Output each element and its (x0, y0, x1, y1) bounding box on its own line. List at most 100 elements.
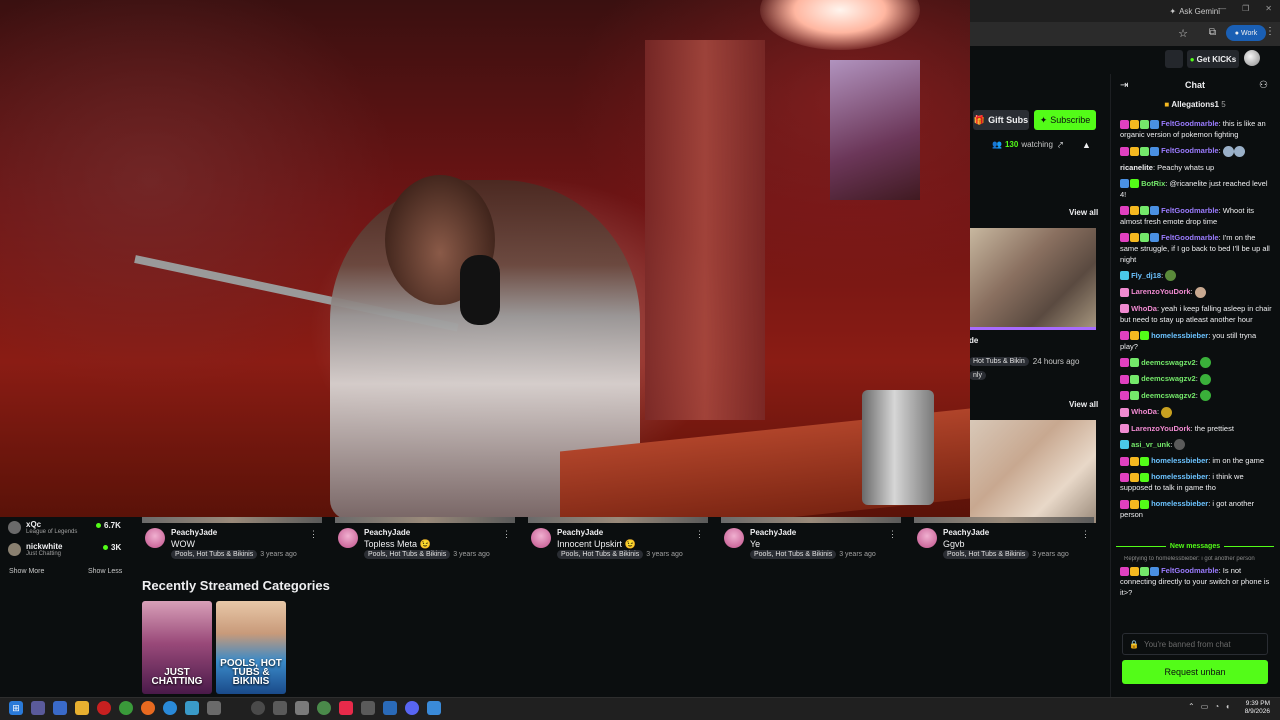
chevron-up-icon[interactable]: ⌃ (1188, 702, 1195, 711)
video-thumbnail[interactable] (721, 517, 901, 523)
view-all-link[interactable]: View all (1069, 208, 1098, 217)
wifi-icon[interactable]: ◔ (1214, 702, 1219, 711)
chat-username[interactable]: FeltGoodmarble (1161, 119, 1219, 128)
video-title[interactable]: Topless Meta 😉 (364, 539, 431, 550)
app-icon[interactable] (427, 701, 441, 715)
chat-username[interactable]: Fly_dj18 (1131, 271, 1161, 280)
video-channel[interactable]: PeachyJade (557, 528, 603, 537)
video-thumbnail[interactable] (528, 517, 708, 523)
opera-icon[interactable] (97, 701, 111, 715)
channel-avatar[interactable] (145, 528, 165, 548)
video-thumbnail[interactable] (914, 517, 1094, 523)
category-tag[interactable]: Pools, Hot Tubs & Bikinis (557, 550, 644, 559)
chat-username[interactable]: deemcswagzv2 (1141, 358, 1196, 367)
video-card[interactable]: PeachyJade Ggvb Pools, Hot Tubs & Bikini… (914, 528, 1094, 564)
request-unban-button[interactable]: Request unban (1122, 660, 1268, 684)
tiktok-icon[interactable] (339, 701, 353, 715)
ask-gemini-button[interactable]: ✦ Ask Gemini (1169, 4, 1220, 18)
sidebar-channel-xqc[interactable]: xQc League of Legends (8, 520, 77, 535)
content-tag[interactable]: nly (969, 371, 986, 380)
chat-username[interactable]: BotRix (1141, 179, 1165, 188)
related-video-thumbnail[interactable] (969, 420, 1096, 523)
chat-username[interactable]: ricanelite (1120, 163, 1153, 172)
chat-username[interactable]: homelessbieber (1151, 331, 1208, 340)
more-options-icon[interactable]: ⋮ (1081, 529, 1090, 540)
reply-context[interactable]: Replying to homelessbieber: i got anothe… (1124, 556, 1274, 562)
category-tag[interactable]: Pools, Hot Tubs & Bikinis (750, 550, 837, 559)
new-messages-divider[interactable]: New messages (1116, 541, 1275, 551)
network-icon[interactable]: ▭ (1201, 702, 1209, 711)
app-icon[interactable] (251, 701, 265, 715)
related-video-title[interactable]: de (969, 336, 978, 345)
channel-avatar[interactable] (917, 528, 937, 548)
chat-username[interactable]: LarenzoYouDork (1131, 287, 1190, 296)
notepad-icon[interactable] (185, 701, 199, 715)
related-video-thumbnail[interactable] (969, 228, 1096, 330)
chat-username[interactable]: deemcswagzv2 (1141, 374, 1196, 383)
firefox-icon[interactable] (141, 701, 155, 715)
video-thumbnail[interactable] (142, 517, 322, 523)
sidebar-channel-nickwhite[interactable]: nickwhite Just Chatting (8, 542, 62, 557)
more-options-icon[interactable]: ⋮ (309, 529, 318, 540)
video-channel[interactable]: PeachyJade (750, 528, 796, 537)
volume-icon[interactable]: ◖ (1225, 702, 1230, 711)
video-title[interactable]: Ggvb (943, 539, 965, 549)
top-gifter-banner[interactable]: ■ Allegations1 5 (1110, 100, 1280, 109)
discord-icon[interactable] (405, 701, 419, 715)
chrome-icon[interactable] (119, 701, 133, 715)
category-tag[interactable]: Hot Tubs & Bikin (969, 357, 1029, 366)
channel-avatar[interactable] (338, 528, 358, 548)
chat-username[interactable]: WhoDa (1131, 407, 1157, 416)
chat-username[interactable]: FeltGoodmarble (1161, 206, 1219, 215)
video-title[interactable]: Innocent Upskirt 😉 (557, 539, 636, 550)
category-card-pools-hot-tubs-bikinis[interactable]: POOLS, HOT TUBS & BIKINIS (216, 601, 286, 694)
extensions-icon[interactable]: ⧉ (1209, 27, 1216, 38)
video-channel[interactable]: PeachyJade (364, 528, 410, 537)
view-all-link[interactable]: View all (1069, 400, 1098, 409)
chat-username[interactable]: homelessbieber (1151, 499, 1208, 508)
chat-users-icon[interactable]: ⚇ (1259, 80, 1268, 91)
chat-username[interactable]: WhoDa (1131, 304, 1157, 313)
widgets-icon[interactable] (53, 701, 67, 715)
file-explorer-icon[interactable] (75, 701, 89, 715)
video-card[interactable]: PeachyJade Topless Meta 😉 Pools, Hot Tub… (335, 528, 515, 564)
chat-username[interactable]: deemcswagzv2 (1141, 391, 1196, 400)
maximize-icon[interactable]: ❐ (1242, 4, 1249, 13)
video-card[interactable]: PeachyJade Ye Pools, Hot Tubs & Bikinis 3… (721, 528, 901, 564)
get-kicks-button[interactable]: ● Get KICKs (1187, 50, 1239, 68)
show-more-link[interactable]: Show More (9, 568, 44, 575)
chat-username[interactable]: asi_vr_unk (1131, 440, 1170, 449)
chat-username[interactable]: FeltGoodmarble (1161, 146, 1219, 155)
more-options-icon[interactable]: ⋮ (888, 529, 897, 540)
report-warning-icon[interactable]: ▲ (1082, 140, 1091, 150)
settings-icon[interactable] (273, 701, 287, 715)
show-less-link[interactable]: Show Less (88, 568, 122, 575)
video-player[interactable] (0, 0, 970, 517)
category-tag[interactable]: Pools, Hot Tubs & Bikinis (943, 550, 1030, 559)
video-channel[interactable]: PeachyJade (171, 528, 217, 537)
chat-username[interactable]: LarenzoYouDork (1131, 424, 1190, 433)
store-icon[interactable] (207, 701, 221, 715)
edge-icon[interactable] (163, 701, 177, 715)
chat-username[interactable]: homelessbieber (1151, 472, 1208, 481)
browser-menu-icon[interactable]: ⋮ (1265, 26, 1275, 37)
bookmark-star-icon[interactable]: ☆ (1178, 27, 1188, 40)
app-icon[interactable] (383, 701, 397, 715)
copilot-icon[interactable] (31, 701, 45, 715)
video-title[interactable]: Ye (750, 539, 760, 549)
video-title[interactable]: WOW (171, 539, 195, 549)
profile-button[interactable]: ● Work (1226, 25, 1266, 41)
chat-username[interactable]: homelessbieber (1151, 456, 1208, 465)
minimize-icon[interactable]: — (1218, 4, 1226, 13)
subscribe-button[interactable]: ✦ Subscribe (1034, 110, 1096, 130)
share-icon[interactable]: ⤤ (1058, 140, 1063, 151)
category-card-just-chatting[interactable]: JUST CHATTING (142, 601, 212, 694)
app-icon[interactable] (295, 701, 309, 715)
video-card[interactable]: PeachyJade WOW Pools, Hot Tubs & Bikinis… (142, 528, 322, 564)
category-tag[interactable]: Pools, Hot Tubs & Bikinis (171, 550, 258, 559)
more-options-icon[interactable]: ⋮ (502, 529, 511, 540)
category-tag[interactable]: Pools, Hot Tubs & Bikinis (364, 550, 451, 559)
close-icon[interactable]: ✕ (1265, 4, 1272, 13)
chat-username[interactable]: FeltGoodmarble (1161, 566, 1219, 575)
browse-layout-icon[interactable] (1165, 50, 1183, 68)
